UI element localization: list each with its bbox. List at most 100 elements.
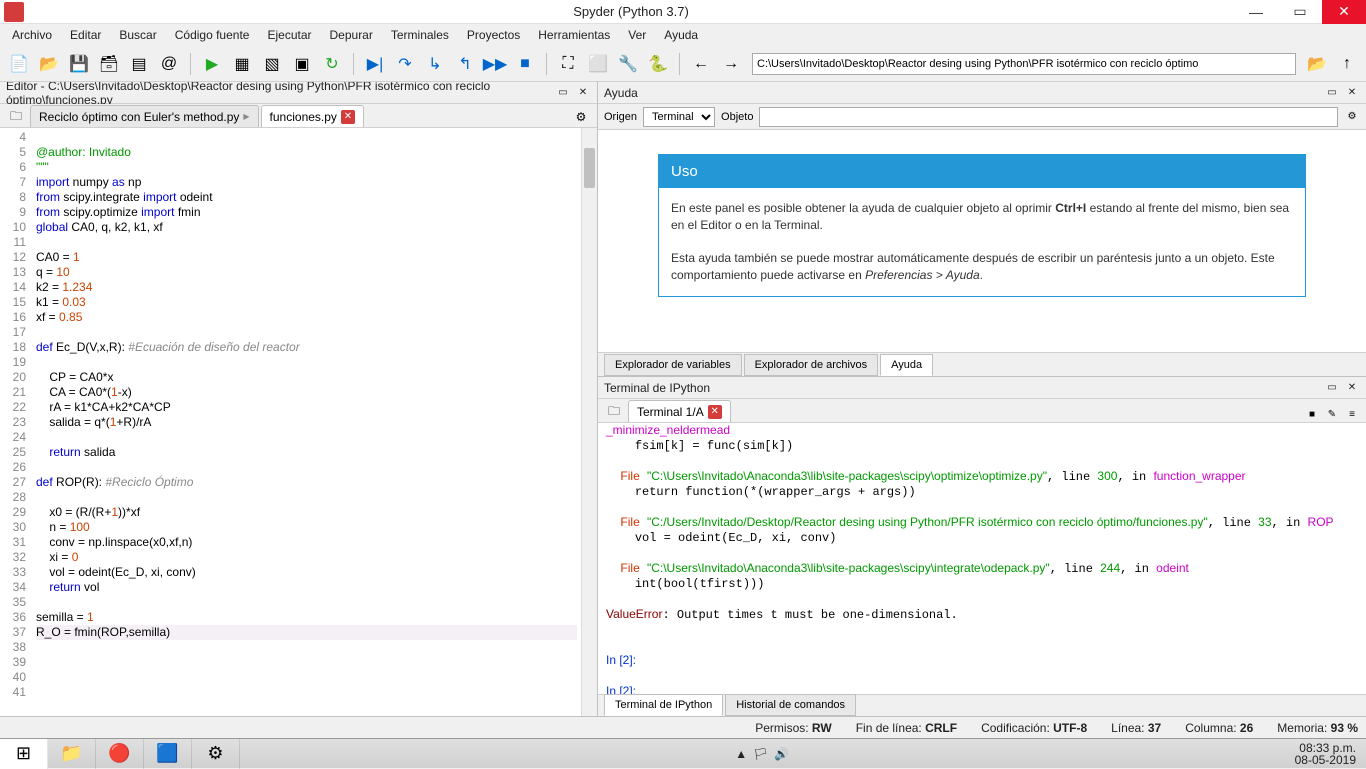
terminal-tab-bar: 🗀 Terminal 1/A ✕ ■ ✎ ≡: [598, 399, 1366, 423]
open-file-button[interactable]: 📂: [36, 51, 62, 77]
save-button[interactable]: 💾: [66, 51, 92, 77]
help-tabs: Explorador de variablesExplorador de arc…: [598, 352, 1366, 376]
terminal-tab[interactable]: Terminal 1/A ✕: [628, 400, 731, 422]
status-encoding: Codificación: UTF-8: [981, 721, 1087, 735]
taskbar-clock[interactable]: 08:33 p.m. 08-05-2019: [1285, 742, 1366, 766]
rerun-button[interactable]: ↻: [319, 51, 345, 77]
stop-debug-button[interactable]: ■: [512, 51, 538, 77]
menu-buscar[interactable]: Buscar: [111, 26, 164, 44]
terminal-close-button[interactable]: ✕: [1344, 380, 1360, 396]
help-card-title: Uso: [659, 155, 1305, 188]
maximize-button[interactable]: ▭: [1278, 0, 1322, 24]
menu-editar[interactable]: Editar: [62, 26, 109, 44]
menu-archivo[interactable]: Archivo: [4, 26, 60, 44]
parent-dir-button[interactable]: ↑: [1334, 51, 1360, 77]
terminal-browser-icon[interactable]: 🗀: [604, 402, 624, 422]
menu-terminales[interactable]: Terminales: [383, 26, 457, 44]
editor-undock-button[interactable]: ▭: [555, 85, 571, 101]
file-browser-icon[interactable]: 🗀: [6, 107, 26, 127]
status-eol: Fin de línea: CRLF: [856, 721, 957, 735]
menu-ver[interactable]: Ver: [620, 26, 654, 44]
run-cell-button[interactable]: ▦: [229, 51, 255, 77]
help-undock-button[interactable]: ▭: [1324, 85, 1340, 101]
cell-button[interactable]: @: [156, 51, 182, 77]
start-button[interactable]: ⊞: [0, 739, 48, 769]
help-options-icon[interactable]: ⚙: [1344, 109, 1360, 125]
back-button[interactable]: ←: [688, 51, 714, 77]
editor-tab[interactable]: funciones.py✕: [261, 105, 364, 127]
terminal-clear-icon[interactable]: ✎: [1324, 406, 1340, 422]
help-card-text-2: Esta ayuda también se puede mostrar auto…: [671, 250, 1293, 284]
continue-button[interactable]: ▶▶: [482, 51, 508, 77]
menu-ejecutar[interactable]: Ejecutar: [259, 26, 319, 44]
help-tab-explorador-de-archivos[interactable]: Explorador de archivos: [744, 354, 879, 376]
code-editor[interactable]: 4567891011121314151617181920212223242526…: [0, 128, 597, 716]
step-over-button[interactable]: ↷: [392, 51, 418, 77]
window-titlebar: Spyder (Python 3.7) — ▭ ✕: [0, 0, 1366, 24]
help-content: Uso En este panel es posible obtener la …: [598, 130, 1366, 352]
close-button[interactable]: ✕: [1322, 0, 1366, 24]
working-directory-input[interactable]: [752, 53, 1296, 75]
run-cell-advance-button[interactable]: ▧: [259, 51, 285, 77]
menu-código-fuente[interactable]: Código fuente: [167, 26, 258, 44]
tray-volume-icon[interactable]: 🔊: [774, 747, 789, 761]
object-input[interactable]: [759, 107, 1338, 127]
menubar: ArchivoEditarBuscarCódigo fuenteEjecutar…: [0, 24, 1366, 46]
help-tab-ayuda[interactable]: Ayuda: [880, 354, 933, 376]
run-selection-button[interactable]: ▣: [289, 51, 315, 77]
tab-close-icon[interactable]: ✕: [341, 110, 355, 124]
terminal-bottom-tab[interactable]: Historial de comandos: [725, 694, 856, 716]
step-out-button[interactable]: ↰: [452, 51, 478, 77]
help-tab-explorador-de-variables[interactable]: Explorador de variables: [604, 354, 742, 376]
menu-herramientas[interactable]: Herramientas: [530, 26, 618, 44]
tray-up-icon[interactable]: ▲: [735, 747, 747, 761]
origin-label: Origen: [604, 111, 637, 123]
taskbar-chrome-icon[interactable]: 🔴: [96, 739, 144, 769]
maximize-panel-button[interactable]: ⛶: [555, 51, 581, 77]
forward-button[interactable]: →: [718, 51, 744, 77]
menu-proyectos[interactable]: Proyectos: [459, 26, 528, 44]
terminal-panel-title: Terminal de IPython ▭ ✕: [598, 377, 1366, 399]
object-label: Objeto: [721, 111, 753, 123]
editor-tab-bar: 🗀 Reciclo óptimo con Euler's method.py▶f…: [0, 104, 597, 128]
taskbar-explorer-icon[interactable]: 📁: [48, 739, 96, 769]
menu-ayuda[interactable]: Ayuda: [656, 26, 706, 44]
terminal-undock-button[interactable]: ▭: [1324, 380, 1340, 396]
help-card-text-1: En este panel es posible obtener la ayud…: [671, 200, 1293, 234]
statusbar: Permisos: RW Fin de línea: CRLF Codifica…: [0, 716, 1366, 738]
tray-flag-icon[interactable]: 🏳: [753, 747, 768, 761]
window-title: Spyder (Python 3.7): [28, 4, 1234, 19]
minimize-button[interactable]: —: [1234, 0, 1278, 24]
terminal-options-icon[interactable]: ≡: [1344, 406, 1360, 422]
run-button[interactable]: ▶: [199, 51, 225, 77]
editor-tab[interactable]: Reciclo óptimo con Euler's method.py▶: [30, 105, 259, 127]
taskbar-app-icon[interactable]: 🟦: [144, 739, 192, 769]
preferences-button[interactable]: 🔧: [615, 51, 641, 77]
fullscreen-button[interactable]: ⬜: [585, 51, 611, 77]
taskbar-spyder-icon[interactable]: ⚙: [192, 739, 240, 769]
terminal-tab-close-icon[interactable]: ✕: [708, 405, 722, 419]
app-icon: [4, 2, 24, 22]
terminal-stop-icon[interactable]: ■: [1304, 406, 1320, 422]
browse-dir-button[interactable]: 📂: [1304, 51, 1330, 77]
help-close-button[interactable]: ✕: [1344, 85, 1360, 101]
new-file-button[interactable]: 📄: [6, 51, 32, 77]
editor-close-button[interactable]: ✕: [575, 85, 591, 101]
status-column: Columna: 26: [1185, 721, 1253, 735]
python-path-button[interactable]: 🐍: [645, 51, 671, 77]
terminal-output[interactable]: _minimize_neldermead fsim[k] = func(sim[…: [598, 423, 1366, 694]
menu-depurar[interactable]: Depurar: [322, 26, 381, 44]
debug-button[interactable]: ▶|: [362, 51, 388, 77]
help-card: Uso En este panel es posible obtener la …: [658, 154, 1306, 297]
outline-button[interactable]: ▤: [126, 51, 152, 77]
origin-select[interactable]: Terminal: [643, 107, 715, 127]
editor-options-icon[interactable]: ⚙: [571, 107, 591, 127]
save-all-button[interactable]: 🗃: [96, 51, 122, 77]
editor-panel-path: Editor - C:\Users\Invitado\Desktop\React…: [6, 82, 555, 107]
status-line: Línea: 37: [1111, 721, 1161, 735]
step-in-button[interactable]: ↳: [422, 51, 448, 77]
terminal-bottom-tab[interactable]: Terminal de IPython: [604, 694, 723, 716]
editor-scrollbar[interactable]: [581, 128, 597, 716]
windows-taskbar: ⊞ 📁 🔴 🟦 ⚙ ▲ 🏳 🔊 08:33 p.m. 08-05-2019: [0, 738, 1366, 768]
help-panel-title: Ayuda ▭ ✕: [598, 82, 1366, 104]
